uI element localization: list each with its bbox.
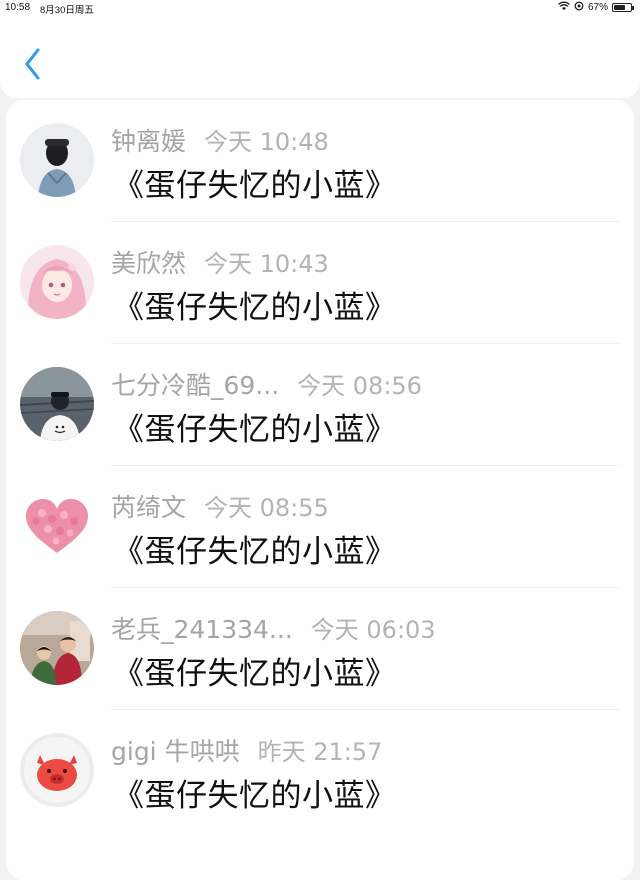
nav-bar <box>0 16 640 98</box>
comment-time: 今天 06:03 <box>310 616 436 644</box>
location-icon <box>574 1 584 14</box>
user-name[interactable]: 芮绮文 <box>111 488 186 524</box>
comment-meta: 七分冷酷_69... 今天 08:56 <box>111 366 422 402</box>
pig-cartoon-avatar[interactable] <box>20 733 94 807</box>
user-name[interactable]: 美欣然 <box>111 244 186 280</box>
battery-icon <box>612 3 634 12</box>
child-photo-avatar[interactable] <box>20 367 94 441</box>
user-name[interactable]: gigi 牛哄哄 <box>111 732 240 768</box>
user-name[interactable]: 钟离媛 <box>111 122 186 158</box>
chevron-left-icon <box>25 48 40 80</box>
user-name[interactable]: 老兵_241334... <box>111 610 293 646</box>
person-back-avatar[interactable] <box>20 123 94 197</box>
wifi-icon <box>558 1 570 14</box>
comment-list: 钟离媛 今天 10:48 《蛋仔失忆的小蓝》 美欣然 今天 10:43 《蛋仔失… <box>6 100 634 880</box>
comment-meta: 芮绮文 今天 08:55 <box>111 488 329 524</box>
comment-item[interactable]: 钟离媛 今天 10:48 《蛋仔失忆的小蓝》 <box>6 100 634 222</box>
comment-meta: 钟离媛 今天 10:48 <box>111 122 329 158</box>
comment-time: 今天 10:43 <box>204 250 329 278</box>
comment-meta: 老兵_241334... 今天 06:03 <box>111 610 436 646</box>
battery-percent: 67% <box>587 2 608 13</box>
status-indicators: 67% <box>558 1 634 14</box>
comment-text: 《蛋仔失忆的小蓝》 <box>113 290 397 326</box>
comment-time: 今天 08:56 <box>297 372 422 400</box>
comment-text: 《蛋仔失忆的小蓝》 <box>113 534 397 570</box>
comment-item[interactable]: 美欣然 今天 10:43 《蛋仔失忆的小蓝》 <box>6 222 634 344</box>
family-photo-avatar[interactable] <box>20 611 94 685</box>
status-bar: 10:58 8月30日周五 67% <box>0 0 640 16</box>
comment-meta: gigi 牛哄哄 昨天 21:57 <box>111 732 382 768</box>
pink-heart-avatar[interactable] <box>20 489 94 563</box>
comment-text: 《蛋仔失忆的小蓝》 <box>113 656 397 692</box>
back-button[interactable] <box>18 44 54 84</box>
anime-girl-avatar[interactable] <box>20 245 94 319</box>
comment-meta: 美欣然 今天 10:43 <box>111 244 329 280</box>
comment-text: 《蛋仔失忆的小蓝》 <box>113 412 397 448</box>
comment-time: 昨天 21:57 <box>257 738 383 766</box>
comment-time: 今天 10:48 <box>204 128 329 156</box>
comment-item[interactable]: 七分冷酷_69... 今天 08:56 《蛋仔失忆的小蓝》 <box>6 344 634 466</box>
comment-item[interactable]: gigi 牛哄哄 昨天 21:57 《蛋仔失忆的小蓝》 <box>6 710 634 832</box>
comment-time: 今天 08:55 <box>204 494 329 522</box>
comment-text: 《蛋仔失忆的小蓝》 <box>113 778 397 814</box>
comment-text: 《蛋仔失忆的小蓝》 <box>113 168 397 204</box>
status-date: 8月30日周五 <box>40 5 94 16</box>
user-name[interactable]: 七分冷酷_69... <box>111 366 279 402</box>
comment-item[interactable]: 老兵_241334... 今天 06:03 《蛋仔失忆的小蓝》 <box>6 588 634 710</box>
status-time: 10:58 <box>5 2 31 13</box>
comment-item[interactable]: 芮绮文 今天 08:55 《蛋仔失忆的小蓝》 <box>6 466 634 588</box>
battery-level <box>614 5 625 10</box>
